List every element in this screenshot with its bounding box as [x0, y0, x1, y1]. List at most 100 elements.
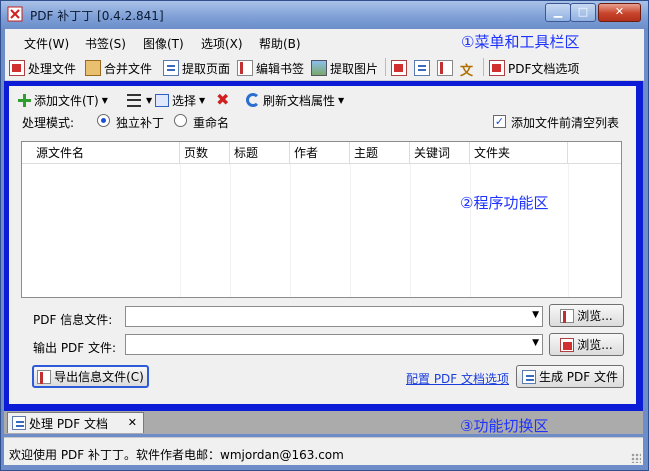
pdf-icon: [560, 337, 575, 352]
text-tool-icon[interactable]: 文: [460, 60, 476, 79]
list-icon: [127, 93, 141, 107]
export-info-button[interactable]: 导出信息文件(C): [32, 365, 149, 388]
export-icon: [37, 369, 52, 384]
grid-line: [470, 164, 471, 297]
chevron-down-icon[interactable]: ▼: [532, 338, 539, 348]
refresh-properties-button[interactable]: 刷新文档属性 ▼: [246, 91, 344, 109]
generate-pdf-button[interactable]: 生成 PDF 文件: [516, 365, 624, 388]
bookmark-icon: [237, 60, 253, 76]
window-title: PDF 补丁丁 [0.4.2.841]: [30, 9, 164, 23]
chevron-down-icon: ▼: [101, 95, 108, 105]
menu-help[interactable]: 帮助(B): [259, 35, 301, 52]
output-file-browse-button[interactable]: 浏览...: [549, 333, 624, 356]
grid-line: [568, 164, 569, 297]
generate-pdf-label: 生成 PDF 文件: [538, 370, 618, 384]
toolbar-separator: [483, 58, 484, 76]
pdf-icon: [9, 60, 25, 76]
clear-list-checkbox[interactable]: ✓: [493, 115, 506, 128]
menu-file[interactable]: 文件(W): [24, 35, 69, 52]
pdf-options-icon: [489, 60, 505, 76]
resize-grip-icon[interactable]: [631, 453, 641, 463]
output-file-browse-label: 浏览...: [577, 338, 613, 352]
column-pages[interactable]: 页数: [180, 142, 230, 164]
grid-line: [290, 164, 291, 297]
output-file-combo[interactable]: ▼: [125, 334, 543, 355]
column-author[interactable]: 作者: [290, 142, 350, 164]
maximize-button[interactable]: □: [570, 3, 596, 22]
close-icon[interactable]: ✕: [128, 416, 137, 429]
refresh-properties-label: 刷新文档属性: [263, 93, 336, 108]
close-button[interactable]: ✕: [598, 3, 641, 22]
list-order-button[interactable]: ▼: [127, 91, 152, 109]
extract-pages-label: 提取页面: [182, 61, 231, 76]
document-tool-icon[interactable]: [437, 60, 453, 76]
edit-bookmarks-button[interactable]: 编辑书签: [237, 59, 304, 77]
toolbar-separator: [385, 58, 386, 76]
grid-line: [180, 164, 181, 297]
minimize-icon: ▁: [553, 5, 563, 18]
plus-icon: [18, 93, 31, 107]
info-file-combo[interactable]: ▼: [125, 306, 543, 327]
independent-patch-label: 独立补丁: [116, 116, 165, 130]
pdf-options-button[interactable]: PDF文档选项: [489, 59, 579, 77]
select-icon: [155, 93, 169, 107]
output-file-label: 输出 PDF 文件:: [33, 341, 117, 355]
independent-patch-radio[interactable]: [97, 114, 110, 127]
edit-bookmarks-label: 编辑书签: [256, 61, 305, 76]
title-bar[interactable]: PDF 补丁丁 [0.4.2.841] ▁ □ ✕: [1, 1, 648, 28]
column-subject[interactable]: 主题: [350, 142, 410, 164]
annotation-menu-area: ①菜单和工具栏区: [461, 33, 580, 51]
export-info-label: 导出信息文件(C): [54, 370, 144, 384]
annotation-function-area: ②程序功能区: [460, 194, 549, 212]
pdf-options-label: PDF文档选项: [508, 61, 580, 76]
column-keywords[interactable]: 关键词: [410, 142, 470, 164]
minimize-button[interactable]: ▁: [545, 3, 571, 22]
mode-label: 处理模式:: [22, 116, 75, 130]
refresh-icon: [246, 93, 260, 107]
status-bar: 欢迎使用 PDF 补丁丁。软件作者电邮：wmjordan@163.com: [4, 437, 643, 465]
pdf-tool-icon[interactable]: [391, 60, 407, 76]
image-icon: [311, 60, 327, 76]
app-icon: [7, 6, 23, 22]
browse-icon: [560, 308, 575, 323]
extract-pages-icon: [163, 60, 179, 76]
generate-icon: [521, 369, 536, 384]
extract-images-button[interactable]: 提取图片: [311, 59, 378, 77]
process-files-label: 处理文件: [28, 61, 77, 76]
tab-process-pdf[interactable]: 处理 PDF 文档 ✕: [7, 412, 144, 433]
column-folder[interactable]: 文件夹: [470, 142, 568, 164]
main-toolbar: 处理文件 合并文件 提取页面 编辑书签 提取图片 文 PDF文档选项: [5, 53, 644, 81]
rename-radio[interactable]: [174, 114, 187, 127]
file-list[interactable]: 源文件名 页数 标题 作者 主题 关键词 文件夹: [21, 141, 622, 298]
extract-images-label: 提取图片: [330, 61, 379, 76]
tab-process-pdf-label: 处理 PDF 文档: [29, 416, 109, 431]
chevron-down-icon[interactable]: ▼: [532, 310, 539, 320]
process-files-button[interactable]: 处理文件: [9, 59, 76, 77]
select-label: 选择: [172, 93, 197, 108]
clear-list-label: 添加文件前清空列表: [511, 116, 620, 130]
extract-pages-button[interactable]: 提取页面: [163, 59, 230, 77]
maximize-icon: □: [577, 5, 589, 18]
menu-bookmark[interactable]: 书签(S): [85, 35, 126, 52]
annotation-switch-area: ③功能切换区: [460, 417, 549, 435]
select-button[interactable]: 选择 ▼: [155, 91, 205, 109]
add-files-button[interactable]: 添加文件(T) ▼: [18, 91, 108, 109]
info-file-browse-label: 浏览...: [577, 309, 613, 323]
info-file-browse-button[interactable]: 浏览...: [549, 304, 624, 327]
info-file-label: PDF 信息文件:: [33, 313, 113, 327]
page-tool-icon[interactable]: [414, 60, 430, 76]
merge-files-button[interactable]: 合并文件: [85, 59, 152, 77]
menu-image[interactable]: 图像(T): [143, 35, 184, 52]
chevron-down-icon: ▼: [146, 95, 153, 105]
merge-icon: [85, 60, 101, 76]
menu-options[interactable]: 选项(X): [201, 35, 243, 52]
chevron-down-icon: ▼: [199, 95, 206, 105]
column-title[interactable]: 标题: [230, 142, 290, 164]
chevron-down-icon: ▼: [338, 95, 345, 105]
document-icon: [12, 416, 26, 430]
delete-button[interactable]: ✖: [216, 91, 229, 109]
file-list-header: 源文件名 页数 标题 作者 主题 关键词 文件夹: [22, 142, 621, 164]
configure-pdf-options-link[interactable]: 配置 PDF 文档选项: [406, 370, 509, 387]
close-icon: ✕: [614, 5, 625, 18]
column-source-file[interactable]: 源文件名: [32, 142, 180, 164]
